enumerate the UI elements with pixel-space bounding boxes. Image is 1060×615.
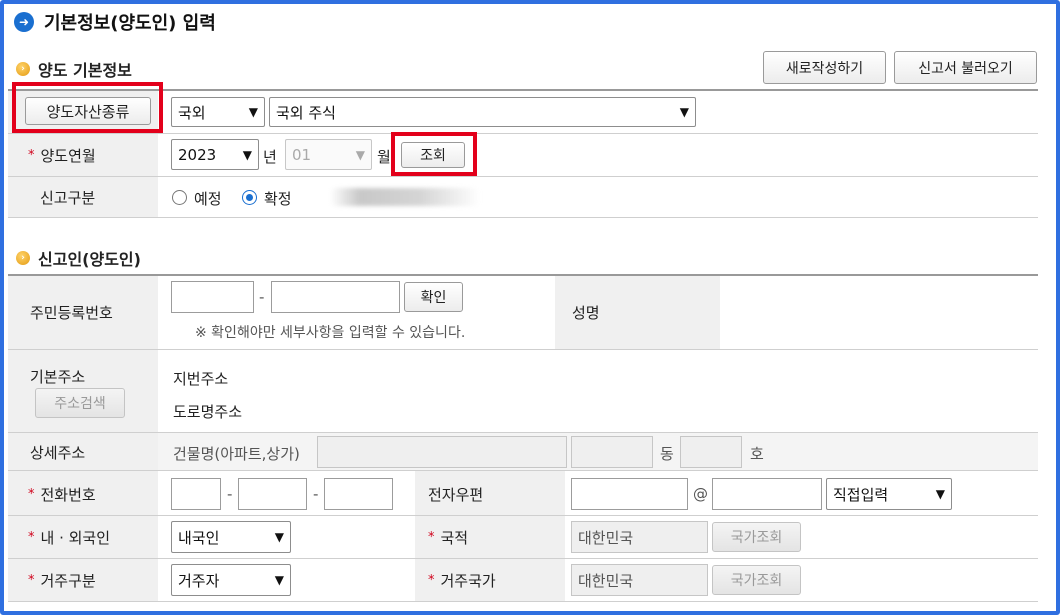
phone-dash1: - bbox=[227, 485, 233, 503]
lot-address-label: 지번주소 bbox=[173, 370, 229, 388]
chevron-down-icon: ▼ bbox=[935, 487, 945, 501]
new-write-button[interactable]: 새로작성하기 bbox=[763, 51, 886, 84]
email-domain-select[interactable]: 직접입력 ▼ bbox=[826, 478, 952, 510]
residency-label: * 거주구분 bbox=[28, 571, 96, 590]
rrn-label: 주민등록번호 bbox=[30, 303, 113, 322]
radio-scheduled-label: 예정 bbox=[194, 190, 222, 208]
required-star: * bbox=[28, 529, 35, 545]
region-select[interactable]: 국외 ▼ bbox=[171, 97, 265, 127]
email-label: 전자우편 bbox=[428, 485, 484, 504]
year-unit: 년 bbox=[263, 148, 277, 166]
month-unit: 월 bbox=[377, 148, 391, 166]
radio-confirmed-label: 확정 bbox=[264, 190, 292, 208]
transfer-date-label: * 양도연월 bbox=[28, 146, 96, 165]
rrn-dash: - bbox=[259, 288, 265, 306]
blurred-text bbox=[330, 188, 480, 206]
email-domain-input[interactable] bbox=[712, 478, 822, 510]
section-title-transfer-info: › 양도 기본정보 bbox=[16, 57, 132, 81]
month-select[interactable]: 01 ▼ bbox=[285, 139, 372, 170]
label-column-bg bbox=[8, 276, 158, 601]
section1-bottom-rule bbox=[8, 217, 1038, 218]
residence-country-label: * 거주국가 bbox=[428, 571, 496, 590]
arrow-right-icon: ➜ bbox=[14, 12, 34, 32]
rrn-front-input[interactable] bbox=[171, 281, 254, 313]
road-address-label: 도로명주소 bbox=[173, 403, 243, 421]
citizenship-label: * 내 · 외국인 bbox=[28, 528, 111, 547]
row-divider bbox=[8, 558, 1038, 559]
email-at: @ bbox=[693, 485, 708, 503]
report-type-label: 신고구분 bbox=[40, 188, 96, 207]
load-report-button[interactable]: 신고서 불러오기 bbox=[894, 51, 1037, 84]
row-divider bbox=[8, 133, 1038, 134]
nationality-lookup-button[interactable]: 국가조회 bbox=[712, 522, 801, 552]
row-divider bbox=[8, 176, 1038, 177]
radio-scheduled[interactable] bbox=[172, 190, 187, 205]
dong-input[interactable] bbox=[571, 436, 653, 468]
row-divider bbox=[8, 470, 1038, 471]
chevron-bullet-icon: › bbox=[16, 251, 30, 265]
ho-unit: 호 bbox=[750, 445, 764, 463]
phone-part3-input[interactable] bbox=[324, 478, 393, 510]
required-star: * bbox=[28, 572, 35, 588]
residence-country-input[interactable]: 대한민국 bbox=[571, 564, 708, 596]
chevron-bullet-icon: › bbox=[16, 62, 30, 76]
required-star: * bbox=[28, 486, 35, 502]
nationality-label: * 국적 bbox=[428, 528, 469, 547]
row-divider bbox=[8, 432, 1038, 433]
asset-kind-select[interactable]: 국외 주식 ▼ bbox=[269, 97, 696, 127]
highlight-asset-type bbox=[12, 82, 163, 133]
radio-confirmed[interactable] bbox=[242, 190, 257, 205]
row-divider bbox=[8, 515, 1038, 516]
row-divider bbox=[8, 349, 1038, 350]
residency-select[interactable]: 거주자 ▼ bbox=[171, 564, 291, 596]
year-select[interactable]: 2023 ▼ bbox=[171, 139, 259, 170]
dong-unit: 동 bbox=[660, 445, 674, 463]
highlight-lookup bbox=[391, 132, 477, 176]
ho-input[interactable] bbox=[680, 436, 742, 468]
address-label: 기본주소 bbox=[30, 367, 86, 386]
address-search-button[interactable]: 주소검색 bbox=[35, 388, 125, 418]
chevron-down-icon: ▼ bbox=[679, 105, 689, 119]
section-title-reporter: › 신고인(양도인) bbox=[16, 246, 141, 270]
phone-part2-input[interactable] bbox=[238, 478, 307, 510]
detail-address-label: 상세주소 bbox=[30, 443, 86, 462]
phone-dash2: - bbox=[313, 485, 319, 503]
section2-top-rule bbox=[8, 274, 1038, 276]
email-id-input[interactable] bbox=[571, 478, 688, 510]
chevron-down-icon: ▼ bbox=[248, 105, 258, 119]
chevron-down-icon: ▼ bbox=[355, 147, 365, 162]
rrn-back-input[interactable] bbox=[271, 281, 400, 313]
row-divider bbox=[8, 601, 1038, 602]
residence-country-lookup-button[interactable]: 국가조회 bbox=[712, 565, 801, 595]
rrn-confirm-button[interactable]: 확인 bbox=[404, 282, 463, 312]
building-name-label: 건물명(아파트,상가) bbox=[173, 445, 300, 463]
page-title: 기본정보(양도인) 입력 bbox=[44, 13, 216, 34]
building-name-input[interactable] bbox=[317, 436, 567, 468]
rrn-note: ※ 확인해야만 세부사항을 입력할 수 있습니다. bbox=[195, 325, 466, 341]
nationality-input[interactable]: 대한민국 bbox=[571, 521, 708, 553]
citizenship-select[interactable]: 내국인 ▼ bbox=[171, 521, 291, 553]
required-star: * bbox=[428, 529, 435, 545]
required-star: * bbox=[28, 147, 35, 163]
phone-label: * 전화번호 bbox=[28, 485, 96, 504]
required-star: * bbox=[428, 572, 435, 588]
chevron-down-icon: ▼ bbox=[274, 530, 284, 544]
name-label: 성명 bbox=[572, 303, 600, 322]
chevron-down-icon: ▼ bbox=[274, 573, 284, 587]
chevron-down-icon: ▼ bbox=[242, 147, 252, 162]
phone-part1-input[interactable] bbox=[171, 478, 221, 510]
page-header: ➜ 기본정보(양도인) 입력 bbox=[14, 8, 216, 36]
